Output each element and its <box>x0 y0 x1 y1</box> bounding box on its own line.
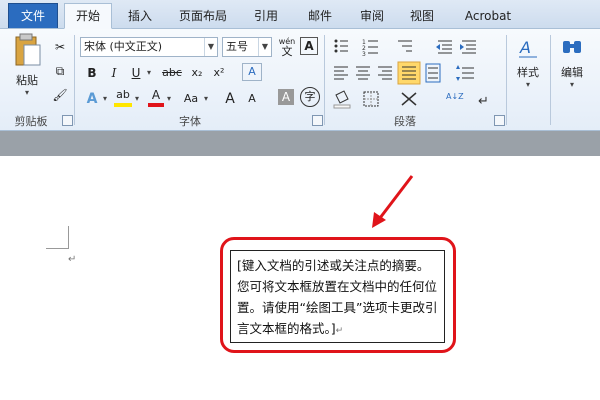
page-corner-mark <box>46 226 69 249</box>
chevron-down-icon[interactable]: ▾ <box>101 89 109 109</box>
bold-button[interactable]: B <box>84 63 100 83</box>
group-separator <box>506 35 507 125</box>
font-size-combo[interactable]: 五号 ▼ <box>222 37 272 57</box>
shrink-font-button[interactable]: A <box>244 89 260 109</box>
tab-references[interactable]: 引用 <box>244 4 288 28</box>
underline-button[interactable]: U <box>128 63 144 83</box>
align-left-icon <box>334 66 348 80</box>
editing-label: 编辑 <box>561 66 583 79</box>
increase-indent-icon <box>460 40 476 54</box>
paragraph-group-label: 段落 <box>394 115 416 128</box>
chevron-down-icon[interactable]: ▾ <box>145 63 153 83</box>
group-separator <box>324 35 325 125</box>
binoculars-icon <box>563 41 581 53</box>
tab-home[interactable]: 开始 <box>64 3 112 29</box>
chevron-down-icon[interactable]: ▾ <box>202 89 210 109</box>
tab-mailings[interactable]: 邮件 <box>298 4 342 28</box>
sort-icon: A↓Z <box>446 92 464 101</box>
ribbon-tab-bar: 文件 开始 插入 页面布局 引用 邮件 审阅 视图 Acrobat <box>0 0 600 29</box>
tab-acrobat[interactable]: Acrobat <box>456 4 520 28</box>
paste-label: 粘贴 <box>16 74 38 87</box>
font-group-label: 字体 <box>179 115 201 128</box>
align-center-icon <box>356 66 370 80</box>
paste-dropdown-caret: ▾ <box>24 88 29 97</box>
styles-label: 样式 <box>517 66 539 79</box>
chevron-down-icon[interactable]: ▼ <box>204 38 217 56</box>
group-separator <box>74 35 75 125</box>
tab-file[interactable]: 文件 <box>8 3 58 28</box>
editing-button[interactable]: 编辑 ▾ <box>554 33 590 105</box>
copy-icon[interactable]: ⧉ <box>50 61 70 81</box>
pull-quote-text: [键入文档的引述或关注点的摘要。您可将文本框放置在文档中的任何位置。请使用“绘图… <box>237 258 438 336</box>
font-name-combo[interactable]: 宋体 (中文正文) ▼ <box>80 37 218 57</box>
tab-insert[interactable]: 插入 <box>118 4 162 28</box>
styles-button[interactable]: A 样式 ▾ <box>510 33 546 105</box>
clipboard-group-label: 剪贴板 <box>14 115 48 128</box>
show-marks-icon: ↵ <box>478 94 489 109</box>
line-spacing-icon <box>456 65 474 81</box>
document-gutter <box>0 131 600 156</box>
chevron-down-icon[interactable]: ▾ <box>165 89 173 109</box>
pull-quote-textbox[interactable]: [键入文档的引述或关注点的摘要。您可将文本框放置在文档中的任何位置。请使用“绘图… <box>230 250 445 343</box>
clipboard-launcher-icon[interactable] <box>62 115 73 126</box>
svg-text:↵: ↵ <box>478 94 489 109</box>
justify-button-bg <box>397 61 421 85</box>
char-border-button[interactable]: A <box>300 37 318 55</box>
italic-button[interactable]: I <box>106 63 122 83</box>
distributed-icon <box>425 63 441 83</box>
svg-text:3: 3 <box>362 51 366 58</box>
highlight-color-button[interactable]: ab <box>114 87 132 107</box>
subscript-button[interactable]: x₂ <box>188 63 206 83</box>
cut-icon[interactable]: ✂ <box>50 37 70 57</box>
font-name-value: 宋体 (中文正文) <box>84 40 163 53</box>
tab-review[interactable]: 审阅 <box>350 4 394 28</box>
clear-format-button[interactable]: A <box>242 63 262 81</box>
text-effect-button[interactable]: A <box>84 89 100 109</box>
char-shading-button[interactable]: A <box>278 89 294 105</box>
paragraph-tools: 123 A↓Z ↵ <box>333 39 489 109</box>
chevron-down-icon[interactable]: ▼ <box>258 38 271 56</box>
grow-font-button[interactable]: A <box>222 89 238 109</box>
superscript-button[interactable]: x² <box>210 63 228 83</box>
chevron-down-icon[interactable]: ▾ <box>133 89 141 109</box>
paste-button[interactable]: 粘贴 ▾ <box>8 33 46 105</box>
strikethrough-button[interactable]: abc <box>160 63 184 83</box>
font-size-value: 五号 <box>226 40 248 53</box>
borders-icon <box>363 91 379 107</box>
paragraph-launcher-icon[interactable] <box>494 115 505 126</box>
format-painter-icon[interactable]: 🖌 <box>50 85 70 105</box>
clipboard-icon <box>15 33 41 66</box>
ribbon-home: 粘贴 ▾ ✂ ⧉ 🖌 剪贴板 宋体 (中文正文) ▼ 五号 ▼ wén 文 A B… <box>0 29 600 131</box>
phonetic-guide-button[interactable]: wén 文 <box>276 37 298 57</box>
paragraph-mark: ↵ <box>68 254 77 265</box>
shading-icon <box>333 90 351 109</box>
tab-page-layout[interactable]: 页面布局 <box>172 4 234 28</box>
chinese-layout-icon <box>401 92 417 106</box>
align-right-icon <box>378 66 392 80</box>
font-color-button[interactable]: A <box>148 87 164 107</box>
styles-icon: A <box>519 38 537 58</box>
numbering-icon: 123 <box>362 39 378 58</box>
enclose-char-button[interactable]: 字 <box>300 87 320 107</box>
svg-text:A: A <box>519 38 531 57</box>
multilevel-list-icon <box>398 40 412 52</box>
font-launcher-icon[interactable] <box>312 115 323 126</box>
decrease-indent-icon <box>436 40 452 54</box>
group-separator <box>550 35 551 125</box>
tab-view[interactable]: 视图 <box>400 4 444 28</box>
change-case-button[interactable]: Aa <box>180 89 202 109</box>
quote-end-mark: ↵ <box>335 326 344 336</box>
bullets-icon <box>334 39 348 53</box>
chevron-down-icon: ▾ <box>525 80 530 89</box>
chevron-down-icon: ▾ <box>569 80 574 89</box>
